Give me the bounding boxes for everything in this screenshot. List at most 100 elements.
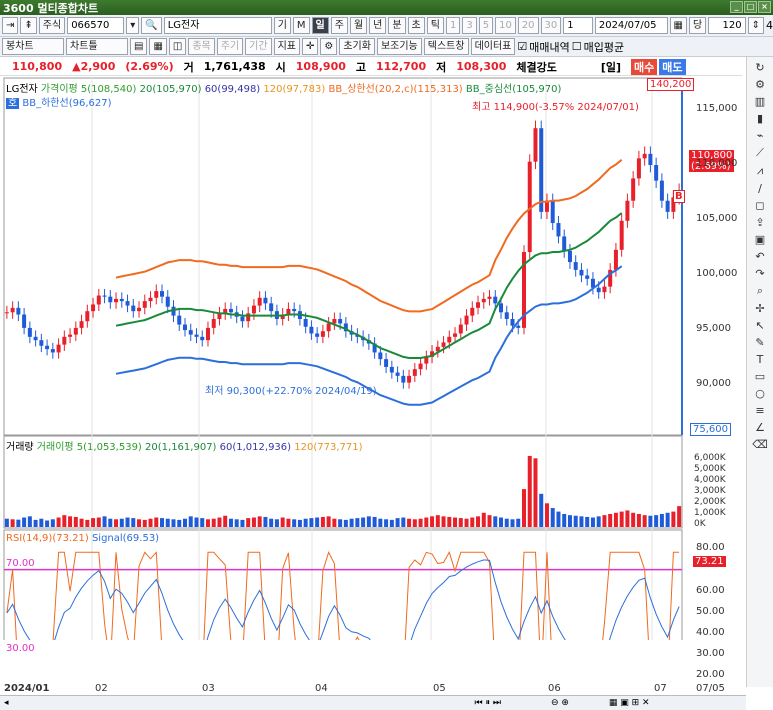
fibo-icon[interactable]: ≡ xyxy=(755,404,764,417)
volume-bar xyxy=(556,511,561,527)
vol-tick: 5,000K xyxy=(694,464,726,474)
price-tick: 110,000 xyxy=(696,158,738,169)
bar-icon[interactable]: ▮ xyxy=(757,112,763,125)
undo-icon[interactable]: ↶ xyxy=(755,250,764,263)
volume-bar xyxy=(596,516,601,527)
volume-bar xyxy=(441,516,446,527)
close-icon[interactable]: × xyxy=(758,1,771,13)
candle-body xyxy=(585,275,590,279)
angle-icon[interactable]: ∠ xyxy=(755,421,765,434)
candle-body xyxy=(251,305,256,314)
auto-icon[interactable]: ⌁ xyxy=(757,129,764,142)
volume-bar xyxy=(636,513,641,527)
stepper-icon[interactable]: ⇕ xyxy=(747,17,764,34)
volume-bar xyxy=(326,516,331,527)
candle-body xyxy=(263,297,268,304)
candle-body xyxy=(33,336,38,341)
text-icon[interactable]: T xyxy=(757,353,764,366)
b-mark: B xyxy=(673,190,685,203)
rsi-label: RSI(14,9)(73.21) xyxy=(6,533,89,544)
redo-icon[interactable]: ↷ xyxy=(755,267,764,280)
volume-bar xyxy=(56,517,61,527)
box-icon[interactable]: ◻ xyxy=(755,199,764,212)
x-tick: 2024/01 xyxy=(4,683,50,694)
vol-label-text: 거래량 xyxy=(6,442,34,453)
pointer-icon[interactable]: ↖ xyxy=(755,319,764,332)
export-icon[interactable]: ⇪ xyxy=(755,216,764,229)
volume-bar xyxy=(418,518,423,527)
erase-icon[interactable]: ⌫ xyxy=(752,438,768,451)
line-icon[interactable]: ∕ xyxy=(758,182,762,195)
candle-body xyxy=(292,308,297,312)
volume-bar xyxy=(303,518,308,527)
volume-bar xyxy=(22,517,27,527)
bottom-scrollbar[interactable]: ◂ ⏮ ⏸ ⏭ ⊖ ⊕ ▦ ▣ ⊞ ✕ xyxy=(0,695,746,710)
pen-icon[interactable]: ✎ xyxy=(755,336,764,349)
candle-body xyxy=(269,303,274,312)
volume-bar xyxy=(521,489,526,527)
volume-bar xyxy=(315,517,320,527)
volume-bar xyxy=(412,519,417,527)
volume-bar xyxy=(33,519,38,527)
volume-bar xyxy=(228,518,233,527)
volume-bar xyxy=(137,519,142,527)
volume-bar xyxy=(274,519,279,527)
price-tick: 95,000 xyxy=(696,323,731,334)
candle-body xyxy=(211,318,216,328)
chart-canvas[interactable] xyxy=(0,0,746,640)
volume-bar xyxy=(470,517,475,527)
candle-body xyxy=(573,262,578,270)
candle-body xyxy=(418,363,423,370)
volume-bar xyxy=(361,517,366,527)
candle-body xyxy=(470,307,475,316)
x-tick: 02 xyxy=(95,683,108,694)
volume-bar xyxy=(102,516,107,527)
candle-body xyxy=(154,291,159,298)
vol-tick: 4,000K xyxy=(694,475,726,485)
tool-icons[interactable]: ▦ ▣ ⊞ ✕ xyxy=(609,698,650,708)
candle-body xyxy=(510,318,515,326)
volume-bar xyxy=(366,516,371,527)
volume-bar xyxy=(148,518,153,527)
x-tick: 04 xyxy=(315,683,328,694)
bottom-box: 75,600 xyxy=(690,423,731,436)
volume-bar xyxy=(292,519,297,527)
drawing-toolbar: ↻ ⚙ ▥ ▮ ⌁ ⟋ ⩘ ∕ ◻ ⇪ ▣ ↶ ↷ ⌕ ✢ ↖ ✎ T ▭ ○ … xyxy=(746,57,773,687)
candle-body xyxy=(131,305,136,312)
zoom-icon[interactable]: ⌕ xyxy=(757,284,763,298)
volume-bar xyxy=(562,513,567,527)
candle-body xyxy=(476,302,481,308)
candle-icon[interactable]: ▥ xyxy=(755,95,765,108)
candle-body xyxy=(320,331,325,337)
zigzag-icon[interactable]: ⩘ xyxy=(757,164,763,178)
window-icon[interactable]: ▣ xyxy=(755,233,765,246)
scroll-left-icon[interactable]: ◂ xyxy=(4,698,9,708)
candle-body xyxy=(182,324,187,331)
volume-bar xyxy=(91,518,96,527)
candle-body xyxy=(85,311,90,322)
playback-icon[interactable]: ⏮ ⏸ ⏭ xyxy=(475,698,501,708)
trend-icon[interactable]: ⟋ xyxy=(756,146,764,160)
vol-ma60: 60(1,012,936) xyxy=(219,442,292,453)
candle-body xyxy=(453,333,458,337)
circle-icon[interactable]: ○ xyxy=(755,387,765,400)
volume-bar xyxy=(131,518,136,527)
gear-icon[interactable]: ⚙ xyxy=(755,78,765,91)
candle-body xyxy=(326,323,331,332)
signal-label: Signal(69.53) xyxy=(91,533,160,544)
candle-body xyxy=(137,307,142,312)
volume-bar xyxy=(269,518,274,527)
zoom-control-icon[interactable]: ⊖ ⊕ xyxy=(551,698,569,708)
cross-icon[interactable]: ✢ xyxy=(755,302,764,315)
volume-bar xyxy=(447,516,452,527)
volume-bar xyxy=(263,516,268,527)
refresh-icon[interactable]: ↻ xyxy=(755,61,764,74)
volume-bar xyxy=(424,517,429,527)
rect-icon[interactable]: ▭ xyxy=(755,370,765,383)
candle-body xyxy=(648,153,653,166)
candle-body xyxy=(73,327,78,335)
rsi-legend: RSI(14,9)(73.21) Signal(69.53) xyxy=(6,533,159,544)
volume-bar xyxy=(544,503,549,527)
candle-body xyxy=(562,236,567,251)
volume-bar xyxy=(297,519,302,527)
